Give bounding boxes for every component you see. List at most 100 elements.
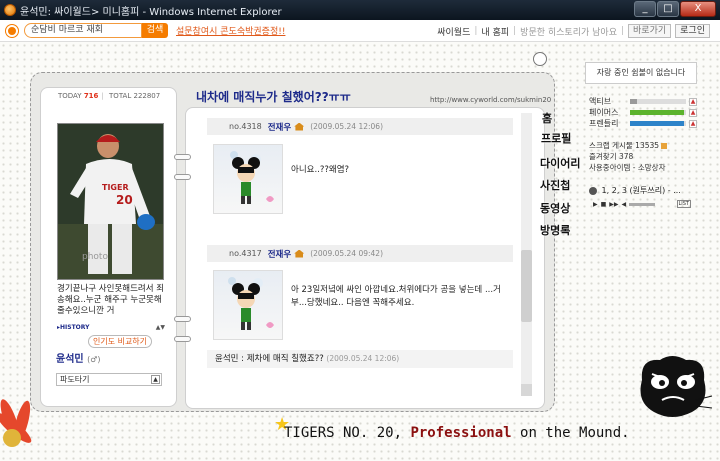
caption-highlight: Professional: [410, 425, 512, 441]
cyworld-link[interactable]: 싸이월드: [437, 25, 470, 38]
login-button[interactable]: 로그인: [675, 24, 710, 38]
home-url[interactable]: http://www.cyworld.com/sukmin20: [430, 96, 551, 104]
entry-date: (2009.05.24 12:06): [310, 122, 383, 131]
entry-message: 아니요..??왜염?: [291, 165, 350, 175]
profile-message: 경기끝나구 사인못해드려서 죄송해요..누군 해주구 누군못해줄수있으니깐 거: [57, 284, 165, 316]
stat-friendly: 프렌들리 ▲: [589, 118, 697, 129]
wave-select-label: 파도타기: [60, 375, 90, 384]
nav-divider: |: [474, 26, 478, 36]
nav-divider: |: [620, 26, 625, 36]
stat-famous: 페이머스 ▲: [589, 107, 697, 118]
my-homepage-link[interactable]: 내 홈피: [481, 25, 509, 38]
total-count: 222807: [133, 92, 161, 100]
scrap-text: 스크랩 게시물 13535: [589, 141, 660, 150]
stat-label: 액티브: [589, 97, 612, 106]
dropdown-arrow-icon[interactable]: ▲: [151, 375, 160, 384]
caption-prefix: TIGERS NO. 20,: [284, 425, 411, 441]
window-title-bar: 윤석민: 싸이월드> 미니홈피 - Windows Internet Explo…: [0, 0, 720, 20]
volume-slider[interactable]: [629, 202, 656, 206]
volume-icon[interactable]: ◀: [622, 201, 627, 208]
window-controls: _ □ X: [634, 1, 716, 17]
stat-arrow-icon: ▲: [689, 119, 697, 128]
items-in-use[interactable]: 사용중아이템 - 소망상자: [589, 162, 665, 173]
wave-select[interactable]: 파도타기 ▲: [56, 373, 162, 386]
playlist-button[interactable]: LIST: [676, 200, 691, 208]
scrap-icon: [661, 143, 668, 149]
today-count: 716: [83, 92, 99, 100]
history-label[interactable]: ▸HISTORY: [57, 324, 89, 331]
entry-number: no.4318: [229, 122, 262, 131]
prev-icon[interactable]: ▶: [593, 201, 598, 208]
minime-avatar: [213, 144, 283, 214]
binder-ring: [174, 336, 191, 342]
smiley-icon: [533, 52, 547, 66]
stat-arrow-icon: ▲: [689, 108, 697, 117]
player-controls: ▶ ■ ▶▶ ◀ LIST: [593, 200, 691, 208]
home-icon[interactable]: [294, 249, 305, 258]
popularity-compare-button[interactable]: 인기도 비교하기: [88, 335, 152, 348]
binder-ring: [174, 174, 191, 180]
notice-box: 자랑 중인 쉼볼이 없습니다: [585, 62, 697, 84]
total-label: TOTAL: [109, 92, 132, 100]
scrap-count[interactable]: 스크랩 게시물 13535: [589, 140, 668, 151]
entry-number: no.4317: [229, 249, 262, 258]
goto-dropdown[interactable]: 바로가기: [628, 24, 672, 38]
entry-author[interactable]: 전재우: [268, 248, 291, 260]
scrollbar-down-button[interactable]: [521, 384, 532, 396]
cyworld-logo-icon[interactable]: [6, 24, 18, 37]
stop-icon[interactable]: ■: [601, 201, 607, 208]
home-icon[interactable]: [294, 122, 305, 131]
minime-avatar: [213, 270, 283, 340]
entry-date: (2009.05.24 09:42): [310, 249, 383, 258]
reply-line: 윤석민 : 제차에 매직 칠했죠?? (2009.05.24 12:06): [207, 350, 513, 368]
binder-ring: [174, 154, 191, 160]
reply-text: 윤석민 : 제차에 매직 칠했죠??: [215, 354, 324, 364]
tab-diary[interactable]: 다이어리: [540, 155, 580, 171]
entry-message: 아 23일저녘에 싸인 아깝네요.처위에다가 공을 넣는데 ...거부...당했…: [291, 285, 501, 308]
history-text: HISTORY: [60, 324, 90, 331]
tab-profile[interactable]: 프로필: [541, 130, 571, 146]
guestbook-entry-header: no.4318 전재우 (2009.05.24 12:06): [207, 118, 513, 135]
cyworld-toolbar: 순담비 마르코 재회 검색 설문참여시 콘도숙박권증정!! 싸이월드 | 내 홈…: [0, 20, 720, 42]
scrollbar-thumb[interactable]: [521, 250, 532, 322]
tab-photo[interactable]: 사진첩: [540, 177, 570, 193]
search-button[interactable]: 검색: [142, 23, 168, 38]
owner-gender: (♂): [87, 355, 101, 364]
track-title: 1, 2, 3 (원투쓰리) - ...: [601, 186, 681, 195]
tab-home[interactable]: 홈: [542, 110, 552, 126]
svg-text:photo: photo: [82, 252, 108, 262]
close-button[interactable]: X: [680, 1, 716, 17]
stat-label: 페이머스: [589, 108, 619, 117]
stat-bar: [630, 110, 686, 115]
stat-label: 프렌들리: [589, 119, 619, 128]
next-icon[interactable]: ▶▶: [609, 201, 618, 208]
tab-video[interactable]: 동영상: [540, 200, 570, 216]
tab-guestbook[interactable]: 방명록: [540, 222, 570, 238]
visit-history-link[interactable]: 방문한 히스토리가 남아요: [520, 25, 617, 38]
favorites-count[interactable]: 즐겨찾기 378: [589, 151, 633, 162]
minime-icon: [230, 151, 274, 204]
owner-name-line: 윤석민 (♂): [56, 350, 101, 365]
bgm-player: 1, 2, 3 (원투쓰리) - ...: [589, 185, 693, 197]
baseball-player-image: TIGERS 20 photo: [58, 124, 163, 279]
svg-text:20: 20: [116, 193, 133, 207]
owner-name[interactable]: 윤석민: [56, 354, 84, 365]
search-input[interactable]: 순담비 마르코 재회: [24, 23, 142, 38]
minimize-button[interactable]: _: [634, 1, 656, 17]
collapse-icon[interactable]: ▲▼: [156, 324, 165, 331]
window-title: 윤석민: 싸이월드> 미니홈피 - Windows Internet Explo…: [20, 6, 282, 18]
guestbook-entry-header: no.4317 전재우 (2009.05.24 09:42): [207, 245, 513, 262]
maximize-button[interactable]: □: [657, 1, 679, 17]
promo-link[interactable]: 설문참여시 콘도숙박권증정!!: [176, 24, 285, 37]
flower-decoration: [0, 399, 32, 447]
reply-date: (2009.05.24 12:06): [326, 354, 400, 363]
minime-icon: [228, 277, 274, 330]
entry-author[interactable]: 전재우: [268, 121, 291, 133]
tiger-mascot-icon: [640, 356, 713, 417]
music-icon: [589, 186, 597, 195]
nav-divider: |: [513, 26, 517, 36]
stat-fill: [630, 99, 637, 104]
home-title: 내차에 매직누가 칠했어??ㅠㅠ: [196, 90, 351, 104]
visitor-counter: TODAY 716 | TOTAL 222807: [58, 92, 161, 100]
caption-suffix: on the Mound.: [511, 425, 630, 441]
